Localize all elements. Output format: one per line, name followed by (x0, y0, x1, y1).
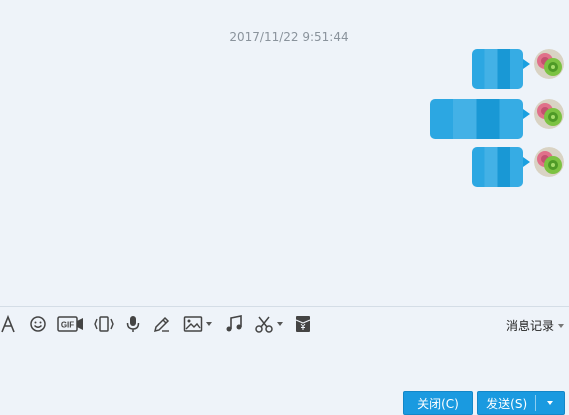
send-options-dropdown[interactable] (536, 392, 564, 414)
avatar-image (534, 147, 564, 177)
message-history-button[interactable]: 消息记录 (506, 317, 564, 334)
avatar[interactable] (534, 49, 564, 79)
input-toolbar: GIF 消息记录 (0, 312, 569, 338)
image-icon[interactable] (183, 312, 212, 336)
chevron-down-icon (547, 401, 554, 405)
handwriting-icon[interactable] (152, 312, 172, 336)
chevron-down-icon (558, 323, 564, 328)
font-icon[interactable] (0, 312, 18, 336)
screen-shake-icon[interactable] (93, 312, 115, 336)
bubble-tail (523, 109, 530, 119)
screenshot-icon[interactable] (254, 312, 283, 336)
avatar[interactable] (534, 147, 564, 177)
close-button-label: 关闭(C) (417, 396, 459, 411)
message-row (0, 49, 569, 93)
avatar-image (534, 49, 564, 79)
message-bubble[interactable] (472, 49, 523, 89)
gif-icon[interactable]: GIF (57, 312, 84, 336)
emoji-icon[interactable] (29, 312, 47, 336)
chevron-down-icon (206, 322, 212, 326)
message-input[interactable] (0, 340, 569, 388)
music-icon[interactable] (224, 312, 244, 336)
red-packet-icon[interactable] (294, 312, 312, 336)
send-button-label: 发送(S) (486, 396, 528, 411)
message-bubble[interactable] (430, 99, 523, 139)
close-button[interactable]: 关闭(C) (403, 391, 473, 415)
message-timestamp: 2017/11/22 9:51:44 (229, 30, 349, 44)
voice-icon[interactable] (125, 312, 141, 336)
bubble-tail (523, 157, 530, 167)
bubble-tail (523, 59, 530, 69)
avatar-image (534, 99, 564, 129)
message-row (0, 147, 569, 191)
chat-history-area: 2017/11/22 9:51:44 (0, 0, 569, 306)
divider (0, 306, 569, 307)
send-button[interactable]: 发送(S) (477, 391, 565, 415)
message-row (0, 99, 569, 143)
message-bubble[interactable] (472, 147, 523, 187)
chevron-down-icon (277, 322, 283, 326)
message-history-label: 消息记录 (505, 319, 554, 333)
gif-label: GIF (61, 321, 74, 330)
avatar[interactable] (534, 99, 564, 129)
